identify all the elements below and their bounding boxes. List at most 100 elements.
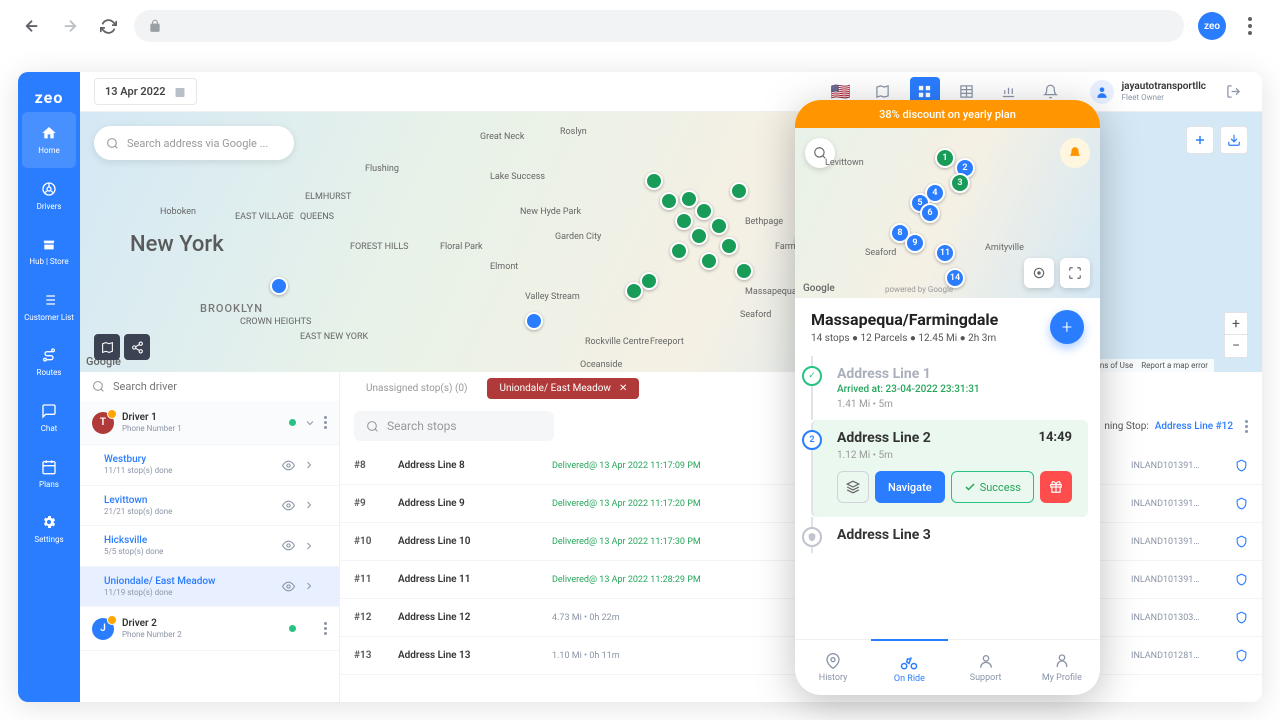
mobile-map-pin[interactable]: 11 <box>935 243 955 263</box>
driver-search[interactable] <box>80 372 339 401</box>
sidebar-item-settings[interactable]: Settings <box>18 501 80 557</box>
store-icon <box>40 235 58 253</box>
map-pin[interactable] <box>625 282 643 300</box>
report-link[interactable]: Report a map error <box>1141 361 1208 370</box>
location-row[interactable]: Hicksville5/5 stop(s) done <box>80 526 339 566</box>
sidebar-item-routes[interactable]: Routes <box>18 334 80 390</box>
gift-button[interactable] <box>1040 471 1072 503</box>
map-pin[interactable] <box>270 277 288 295</box>
sidebar-item-customer[interactable]: Customer List <box>18 279 80 335</box>
chat-icon <box>40 402 58 420</box>
map-share-icon[interactable] <box>124 334 150 360</box>
stop-address: Address Line 8 <box>398 460 538 471</box>
nav-support[interactable]: Support <box>948 640 1024 695</box>
sidebar-item-hub[interactable]: Hub | Store <box>18 223 80 279</box>
map-pin[interactable] <box>730 182 748 200</box>
driver-row[interactable]: T Driver 1 Phone Number 1 <box>80 401 339 445</box>
sidebar-item-plans[interactable]: Plans <box>18 446 80 502</box>
map-pin[interactable] <box>720 237 738 255</box>
browser-menu-button[interactable] <box>1240 17 1260 35</box>
more-button[interactable] <box>324 622 327 635</box>
success-button[interactable]: Success <box>951 471 1034 503</box>
mobile-bell-button[interactable] <box>1060 138 1090 168</box>
shield-icon <box>1235 573 1248 586</box>
more-button[interactable] <box>324 416 327 429</box>
shield-icon <box>1235 611 1248 624</box>
mobile-map-pin[interactable]: 6 <box>920 203 940 223</box>
tab-unassigned[interactable]: Unassigned stop(s) (0) <box>354 378 479 399</box>
stop-address: Address Line 10 <box>398 536 538 547</box>
eye-icon[interactable] <box>282 539 295 552</box>
map-route-icon[interactable] <box>94 334 120 360</box>
mobile-map-pin[interactable]: 9 <box>905 233 925 253</box>
map-pin[interactable] <box>640 272 658 290</box>
stop-reference: INLAND101281… <box>1131 651 1221 661</box>
map-pin[interactable] <box>700 252 718 270</box>
driver-panel: T Driver 1 Phone Number 1 Westbury11/11 … <box>80 372 340 702</box>
upcoming-stop-link[interactable]: Address Line #12 <box>1155 421 1233 432</box>
add-stop-button[interactable]: + <box>1050 310 1084 344</box>
back-button[interactable] <box>20 14 44 38</box>
map-pin[interactable] <box>660 192 678 210</box>
home-icon <box>40 124 58 142</box>
mobile-map-pin[interactable]: 3 <box>950 173 970 193</box>
logout-icon[interactable] <box>1218 77 1248 107</box>
close-icon[interactable]: ✕ <box>619 383 627 394</box>
map-pin[interactable] <box>675 212 693 230</box>
zoom-in-button[interactable]: + <box>1225 313 1247 335</box>
location-row[interactable]: Levittown21/21 stop(s) done <box>80 486 339 526</box>
eye-icon[interactable] <box>282 459 295 472</box>
map-add-button[interactable] <box>1186 126 1214 154</box>
status-dot <box>289 419 296 426</box>
locate-button[interactable] <box>1024 258 1054 288</box>
location-row[interactable]: Uniondale/ East Meadow11/19 stop(s) done <box>80 567 339 607</box>
map-search[interactable]: Search address via Google ... <box>94 126 294 160</box>
stop-number: #13 <box>354 650 384 661</box>
mobile-map-pin[interactable]: 1 <box>935 148 955 168</box>
tab-active-route[interactable]: Uniondale/ East Meadow ✕ <box>487 378 639 399</box>
map-pin[interactable] <box>710 217 728 235</box>
sidebar-item-chat[interactable]: Chat <box>18 390 80 446</box>
mobile-preview: 38% discount on yearly plan 1 2 3 4 5 6 … <box>795 100 1100 695</box>
reload-button[interactable] <box>96 14 120 38</box>
navigate-button[interactable]: Navigate <box>875 471 945 503</box>
status-dot <box>289 625 296 632</box>
nav-history[interactable]: History <box>795 640 871 695</box>
nav-profile[interactable]: My Profile <box>1024 640 1100 695</box>
map-pin[interactable] <box>670 242 688 260</box>
search-icon <box>92 380 105 393</box>
zoom-out-button[interactable]: − <box>1225 335 1247 357</box>
more-button[interactable] <box>1245 420 1248 433</box>
layers-button[interactable] <box>837 471 869 503</box>
promo-banner[interactable]: 38% discount on yearly plan <box>795 100 1100 128</box>
mobile-map[interactable]: 1 2 3 4 5 6 8 9 11 14 Levittown Seaford … <box>795 128 1100 298</box>
fullscreen-button[interactable] <box>1060 258 1090 288</box>
map-pin[interactable] <box>735 262 753 280</box>
map-pin[interactable] <box>680 190 698 208</box>
date-picker[interactable]: 13 Apr 2022 <box>94 78 197 105</box>
eye-icon[interactable] <box>282 580 295 593</box>
map-pin[interactable] <box>695 202 713 220</box>
sidebar-item-home[interactable]: Home <box>22 112 76 168</box>
browser-profile-avatar[interactable]: zeo <box>1198 12 1226 40</box>
location-row[interactable]: Westbury11/11 stop(s) done <box>80 445 339 485</box>
mobile-stop[interactable]: ✓ Address Line 1 Arrived at: 23-04-2022 … <box>811 356 1100 420</box>
map-pin[interactable] <box>690 227 708 245</box>
stops-search[interactable]: Search stops <box>354 411 554 441</box>
eye-icon[interactable] <box>282 499 295 512</box>
calendar-icon <box>174 86 186 98</box>
driver-row[interactable]: J Driver 2 Phone Number 2 <box>80 607 339 651</box>
mobile-stop[interactable]: Address Line 3 <box>811 517 1100 553</box>
stop-address: Address Line 12 <box>398 612 538 623</box>
list-icon <box>40 291 58 309</box>
url-bar[interactable] <box>134 10 1184 42</box>
map-import-button[interactable] <box>1220 126 1248 154</box>
gear-icon <box>40 513 58 531</box>
forward-button[interactable] <box>58 14 82 38</box>
nav-onride[interactable]: On Ride <box>871 639 947 695</box>
mobile-stop[interactable]: 2 Address Line 2 14:49 1.12 Mi • 5m Navi… <box>811 420 1088 517</box>
sidebar-item-drivers[interactable]: Drivers <box>18 168 80 224</box>
map-pin[interactable] <box>525 312 543 330</box>
user-menu[interactable]: jayautotransportllc Fleet Owner <box>1090 80 1206 104</box>
map-pin[interactable] <box>645 172 663 190</box>
